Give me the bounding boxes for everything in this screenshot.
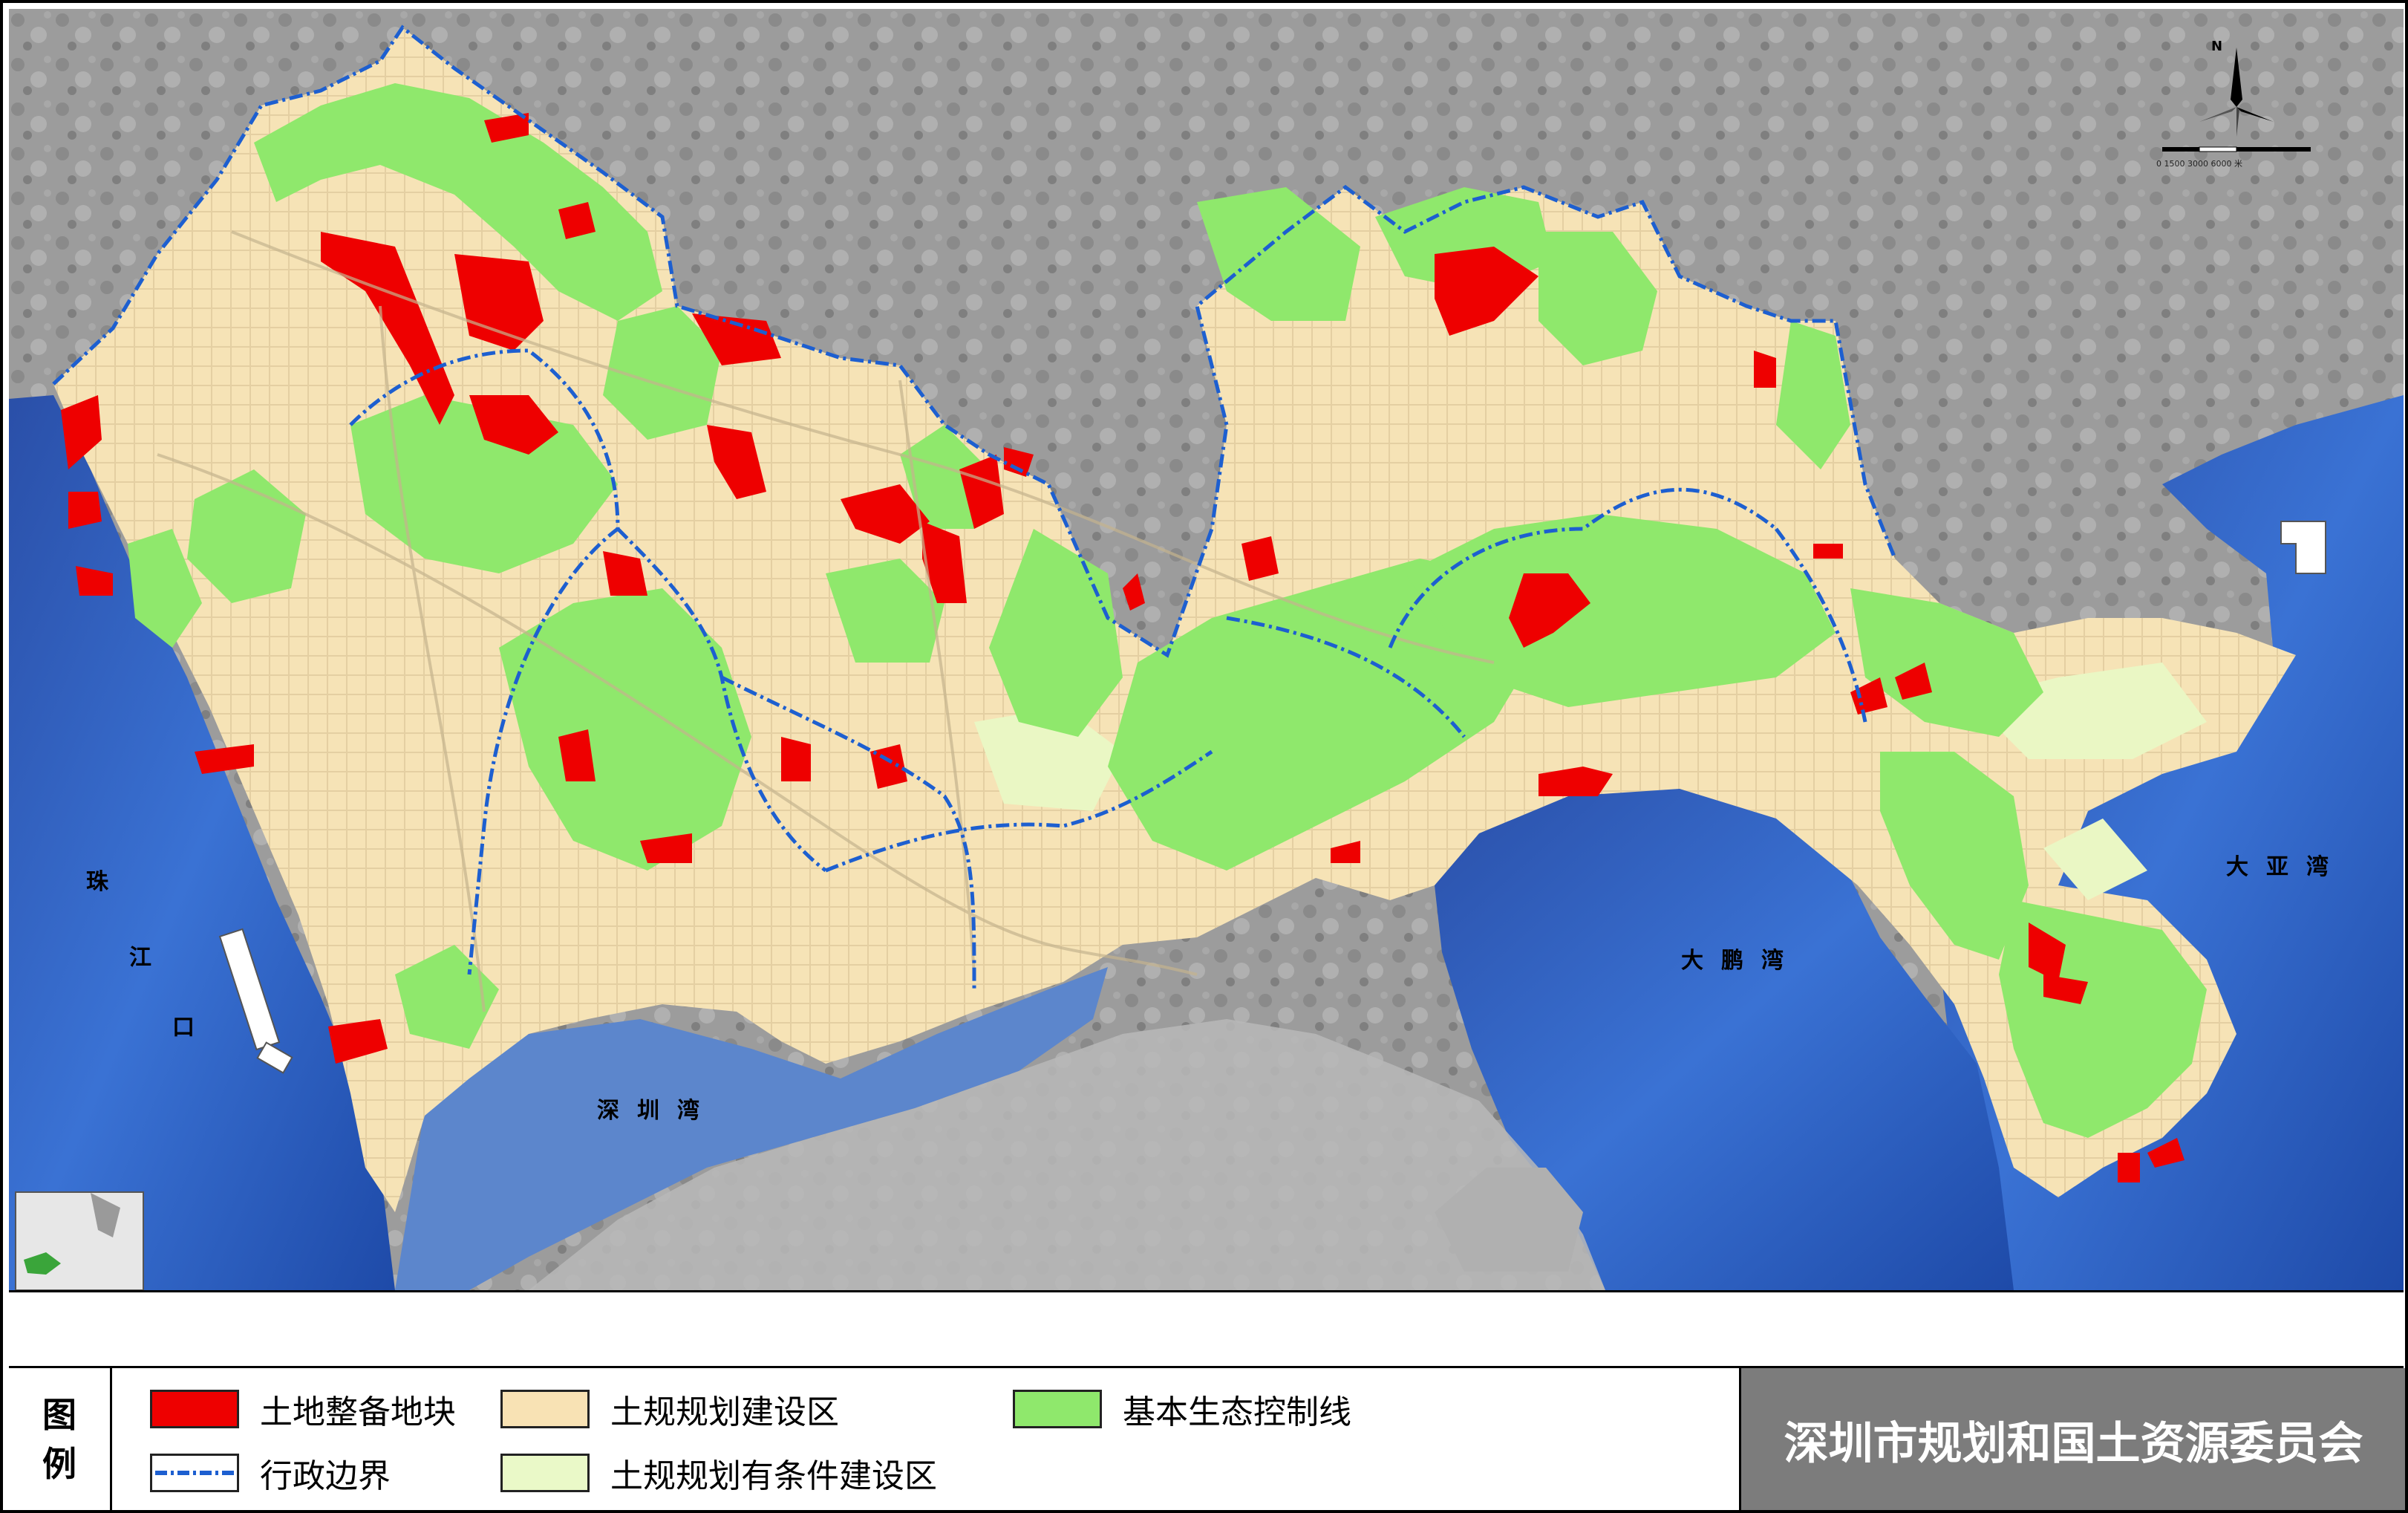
label-daya-bay: 大亚湾 [2226, 854, 2346, 880]
inset-locator-map [15, 1191, 144, 1290]
map-canvas[interactable] [9, 9, 2404, 1290]
legend-label-plot: 土地整备地块 [260, 1393, 456, 1431]
label-dapeng-bay: 大鹏湾 [1681, 948, 1801, 974]
legend-swatch-plot [150, 1390, 239, 1428]
legend-title-char-2: 例 [42, 1444, 76, 1484]
legend-item-conditional: 土规规划有条件建设区 [500, 1447, 937, 1499]
legend-item-boundary: 行政边界 [150, 1447, 391, 1499]
map-view[interactable]: 珠 江 口 深圳湾 大鹏湾 大亚湾 N 0 1500 3000 6000 米 [9, 9, 2404, 1292]
scale-text: 0 1500 3000 6000 米 [2156, 159, 2242, 169]
legend-label-conditional: 土规规划有条件建设区 [610, 1457, 937, 1495]
label-pearl-river-2: 江 [129, 945, 151, 971]
legend-swatch-conditional [500, 1454, 590, 1492]
legend-label-construction: 土规规划建设区 [610, 1393, 839, 1431]
legend-item-ecological: 基本生态控制线 [1013, 1383, 1351, 1435]
inset-map-drawing [16, 1193, 143, 1289]
agency-name: 深圳市规划和国土资源委员会 [1784, 1417, 2363, 1470]
legend-swatch-ecological [1013, 1390, 1102, 1428]
legend-swatch-boundary [150, 1454, 239, 1492]
map-frame: 珠 江 口 深圳湾 大鹏湾 大亚湾 N 0 1500 3000 6000 米 图… [0, 0, 2408, 1513]
legend-label-boundary: 行政边界 [260, 1457, 391, 1495]
legend-item-plot: 土地整备地块 [150, 1383, 456, 1435]
compass-north-label: N [2211, 39, 2223, 54]
legend-title-char-1: 图 [42, 1395, 76, 1435]
legend-bar: 图 例 土地整备地块 土规规划建设区 基本生态控制线 行政边界 土规规划有条件建… [9, 1366, 2405, 1510]
label-pearl-river-3: 口 [172, 1015, 195, 1041]
label-shenzhen-bay: 深圳湾 [597, 1098, 717, 1124]
legend-item-construction: 土规规划建设区 [500, 1383, 839, 1435]
legend-title: 图 例 [9, 1368, 112, 1510]
legend-label-ecological: 基本生态控制线 [1123, 1393, 1351, 1431]
label-pearl-river-1: 珠 [86, 869, 108, 895]
legend-swatch-construction [500, 1390, 590, 1428]
agency-name-panel: 深圳市规划和国土资源委员会 [1739, 1368, 2405, 1510]
